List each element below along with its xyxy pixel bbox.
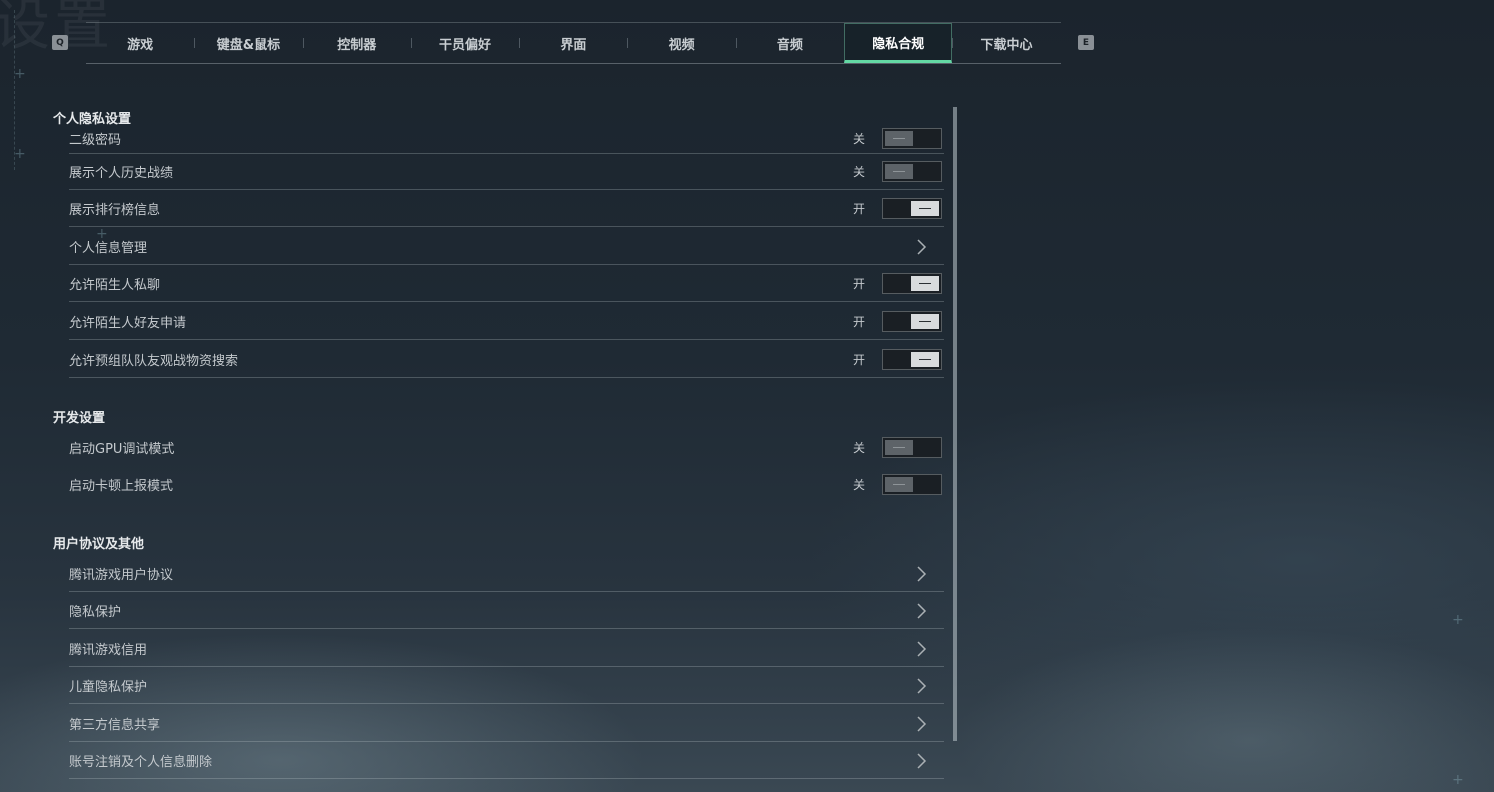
tab-operator-preferences[interactable]: 干员偏好 (410, 23, 519, 63)
section-title-dev: 开发设置 (53, 411, 106, 426)
tab-interface[interactable]: 界面 (519, 23, 627, 63)
tab-audio[interactable]: 音频 (735, 23, 844, 63)
link-row-user-agreement[interactable]: 腾讯游戏用户协议 (69, 555, 944, 592)
section-title-agreements: 用户协议及其他 (53, 537, 145, 552)
tab-download-center[interactable]: 下载中心 (952, 23, 1060, 63)
row-label: 腾讯游戏用户协议 (69, 567, 174, 583)
toggle-switch[interactable] (882, 310, 942, 332)
tab-game[interactable]: 游戏 (86, 23, 194, 63)
setting-row-stranger-friend-request[interactable]: 允许陌生人好友申请 开 (69, 303, 944, 340)
toggle-switch[interactable] (882, 473, 942, 495)
toggle-knob (885, 163, 913, 179)
toggle-switch[interactable] (882, 272, 942, 294)
chevron-right-icon (914, 678, 928, 694)
setting-row-secondary-password[interactable]: 二级密码 关 (69, 123, 944, 154)
prev-tab-key[interactable]: Q (52, 35, 68, 50)
tab-controller[interactable]: 控制器 (302, 23, 411, 63)
row-label: 个人信息管理 (69, 240, 148, 256)
row-label: 隐私保护 (69, 604, 122, 620)
next-tab-key[interactable]: E (1078, 35, 1094, 50)
setting-row-personal-info-management[interactable]: 个人信息管理 (69, 228, 944, 265)
chevron-right-icon (914, 239, 928, 255)
tab-privacy-compliance[interactable]: 隐私合规 (844, 23, 953, 63)
row-label: 展示个人历史战绩 (69, 165, 174, 181)
chevron-right-icon (914, 603, 928, 619)
toggle-switch[interactable] (882, 197, 942, 219)
crosshair-icon: + (14, 146, 26, 162)
toggle-switch[interactable] (882, 348, 942, 370)
row-label: 允许预组队队友观战物资搜索 (69, 353, 239, 369)
toggle-knob (885, 476, 913, 492)
row-label: 账号注销及个人信息删除 (69, 754, 213, 770)
setting-row-show-leaderboard[interactable]: 展示排行榜信息 开 (69, 190, 944, 227)
toggle-state-text: 开 (852, 201, 865, 216)
toggle-switch[interactable] (882, 160, 942, 182)
row-label: 二级密码 (69, 132, 122, 148)
toggle-knob (911, 351, 939, 367)
row-label: 儿童隐私保护 (69, 679, 148, 695)
toggle-state-text: 关 (852, 477, 865, 492)
crosshair-icon: + (1452, 772, 1464, 788)
toggle-state-text: 关 (852, 131, 865, 146)
toggle-state-text: 关 (852, 164, 865, 179)
row-label: 允许陌生人私聊 (69, 277, 161, 293)
toggle-state-text: 开 (852, 352, 865, 367)
row-label: 腾讯游戏信用 (69, 642, 148, 658)
setting-row-show-history[interactable]: 展示个人历史战绩 关 (69, 153, 944, 190)
chevron-right-icon (914, 716, 928, 732)
link-row-third-party-sharing[interactable]: 第三方信息共享 (69, 705, 944, 742)
chevron-right-icon (914, 566, 928, 582)
tab-bar: 游戏 键盘&鼠标 控制器 干员偏好 界面 视频 音频 隐私合规 下载中心 (86, 22, 1061, 64)
setting-row-gpu-debug[interactable]: 启动GPU调试模式 关 (69, 429, 944, 465)
toggle-knob (911, 275, 939, 291)
toggle-knob (911, 313, 939, 329)
row-label: 展示排行榜信息 (69, 202, 161, 218)
tab-video[interactable]: 视频 (627, 23, 735, 63)
toggle-knob (911, 200, 939, 216)
setting-row-stranger-chat[interactable]: 允许陌生人私聊 开 (69, 265, 944, 302)
row-label: 启动卡顿上报模式 (69, 478, 174, 494)
toggle-knob (885, 439, 913, 455)
row-label: 启动GPU调试模式 (69, 441, 175, 457)
scrollbar[interactable] (953, 107, 957, 741)
chevron-right-icon (914, 641, 928, 657)
link-row-game-credit[interactable]: 腾讯游戏信用 (69, 630, 944, 667)
toggle-switch[interactable] (882, 436, 942, 458)
crosshair-icon: + (14, 66, 26, 82)
row-label: 第三方信息共享 (69, 717, 161, 733)
row-label: 允许陌生人好友申请 (69, 315, 187, 331)
tab-keyboard-mouse[interactable]: 键盘&鼠标 (194, 23, 302, 63)
toggle-switch[interactable] (882, 127, 942, 149)
chevron-right-icon (914, 753, 928, 769)
toggle-state-text: 开 (852, 314, 865, 329)
link-row-privacy-protection[interactable]: 隐私保护 (69, 592, 944, 629)
toggle-state-text: 开 (852, 276, 865, 291)
setting-row-teammate-spectate-search[interactable]: 允许预组队队友观战物资搜索 开 (69, 341, 944, 378)
toggle-state-text: 关 (852, 440, 865, 455)
toggle-knob (885, 130, 913, 146)
setting-row-stutter-report[interactable]: 启动卡顿上报模式 关 (69, 466, 944, 502)
link-row-account-deletion[interactable]: 账号注销及个人信息删除 (69, 742, 944, 779)
crosshair-icon: + (1452, 612, 1464, 628)
link-row-child-privacy[interactable]: 儿童隐私保护 (69, 667, 944, 704)
